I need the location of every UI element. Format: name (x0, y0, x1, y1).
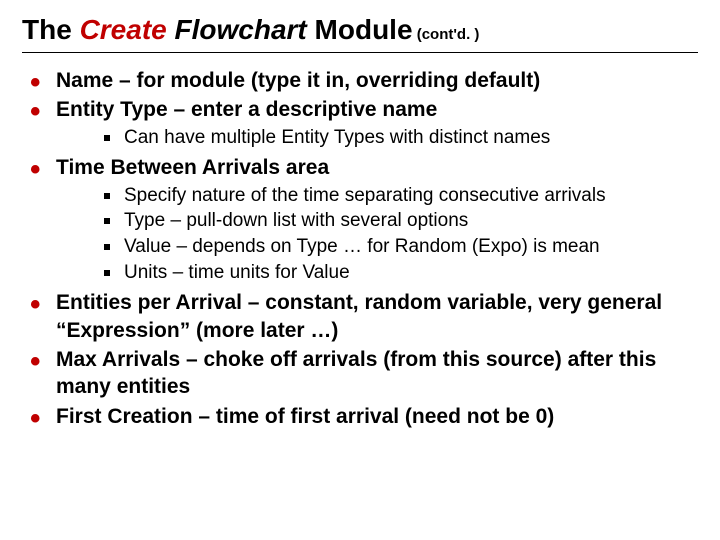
bullet-text: Entities per Arrival – constant, random … (56, 291, 662, 341)
list-item: Name – for module (type it in, overridin… (22, 67, 698, 94)
list-item: Entity Type – enter a descriptive name C… (22, 96, 698, 150)
sub-item: Units – time units for Value (56, 261, 698, 286)
list-item: Max Arrivals – choke off arrivals (from … (22, 346, 698, 401)
title-prefix: The (22, 14, 80, 45)
sub-item: Value – depends on Type … for Random (Ex… (56, 235, 698, 260)
list-item: Entities per Arrival – constant, random … (22, 289, 698, 344)
bullet-text: Name – for module (type it in, overridin… (56, 69, 540, 92)
title-module: Module (315, 14, 413, 45)
bullet-text: Time Between Arrivals area (56, 156, 329, 179)
bullet-list: Name – for module (type it in, overridin… (22, 67, 698, 430)
sub-item: Can have multiple Entity Types with dist… (56, 126, 698, 151)
sub-item: Specify nature of the time separating co… (56, 184, 698, 209)
sub-list: Specify nature of the time separating co… (56, 184, 698, 286)
list-item: First Creation – time of first arrival (… (22, 403, 698, 430)
sub-list: Can have multiple Entity Types with dist… (56, 126, 698, 151)
sub-item: Type – pull-down list with several optio… (56, 209, 698, 234)
title-contd: (cont'd. ) (413, 26, 480, 43)
bullet-text: Max Arrivals – choke off arrivals (from … (56, 348, 656, 398)
title-create: Create (80, 14, 167, 45)
bullet-text: Entity Type – enter a descriptive name (56, 98, 437, 121)
slide-title: The Create Flowchart Module (cont'd. ) (22, 14, 698, 53)
title-flowchart: Flowchart (167, 14, 315, 45)
list-item: Time Between Arrivals area Specify natur… (22, 154, 698, 285)
bullet-text: First Creation – time of first arrival (… (56, 405, 554, 428)
